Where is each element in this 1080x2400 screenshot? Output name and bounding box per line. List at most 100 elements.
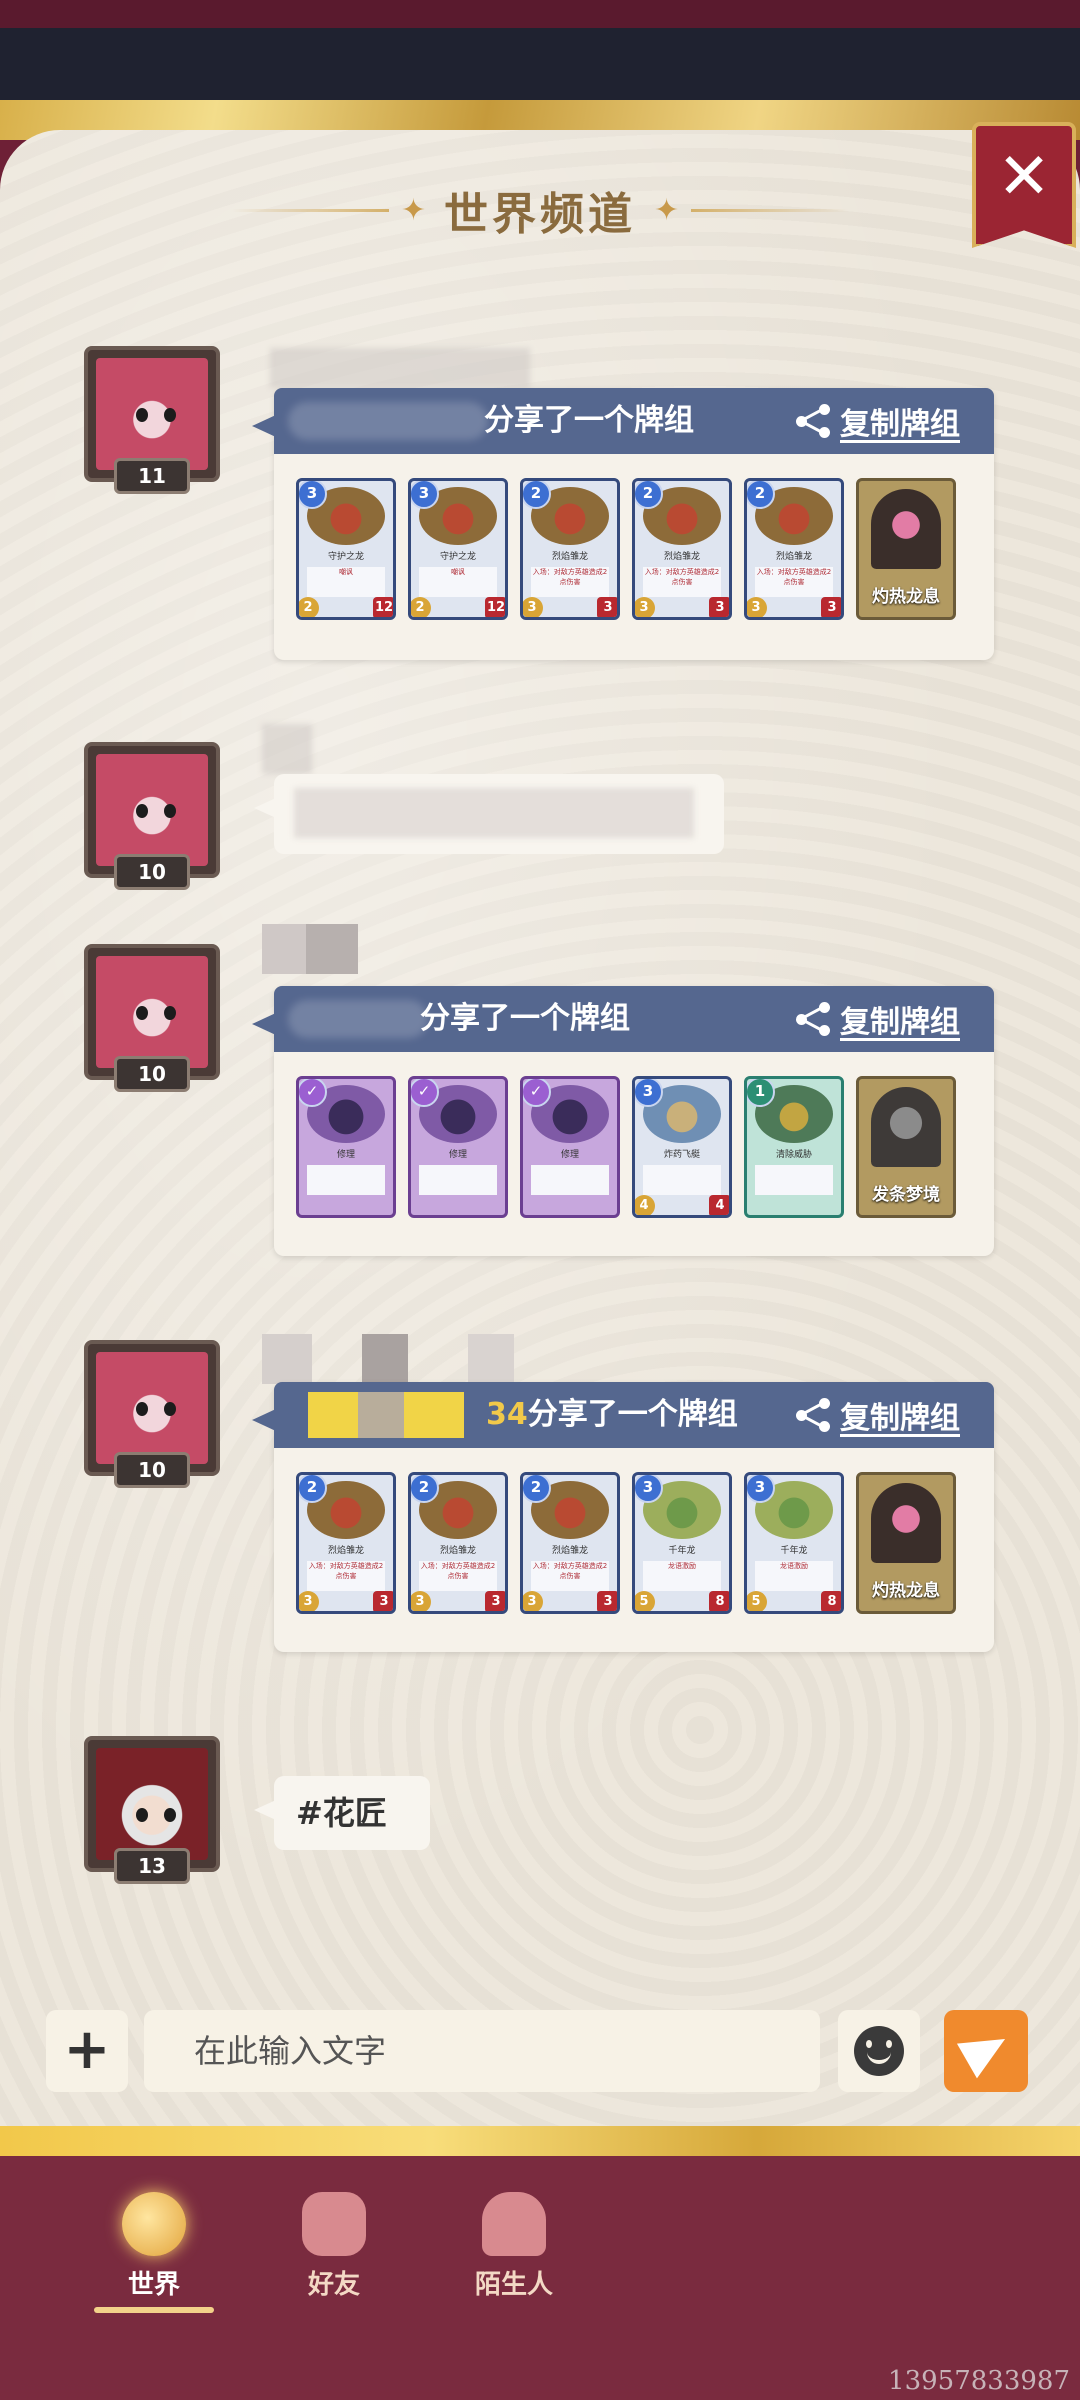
send-button[interactable]	[944, 2010, 1028, 2092]
card-attack: 3	[299, 1591, 319, 1611]
card-name: 修理	[560, 1150, 579, 1160]
card-thumbnail[interactable]: 2 烈焰雏龙 入场：对敌方英雄造成2点伤害 3 3	[744, 478, 844, 620]
watermark: 13957833987	[888, 2366, 1070, 2396]
hero-card[interactable]: 灼热龙息	[856, 1472, 956, 1614]
blurred-message-text	[294, 788, 694, 838]
blurred-sender-pixel	[358, 1392, 404, 1438]
blurred-username	[262, 724, 312, 774]
bottom-gold-trim	[0, 2126, 1080, 2160]
card-text: 入场：对敌方英雄造成2点伤害	[755, 567, 833, 597]
card-health: 4	[709, 1195, 729, 1215]
bottom-tab-bar: 世界 好友 陌生人	[0, 2156, 1080, 2400]
chat-bubble[interactable]	[254, 774, 724, 854]
shared-deck-card: 分享了一个牌组 复制牌组 3 守护之龙 嘲讽 2 12 3 守护之龙 嘲讽 2 12 2 烈焰雏龙…	[252, 388, 994, 660]
card-attack: 5	[635, 1591, 655, 1611]
level-badge: 10	[114, 1056, 190, 1092]
card-attack: 4	[635, 1195, 655, 1215]
top-frame	[0, 0, 1080, 140]
level-badge: 10	[114, 1452, 190, 1488]
card-thumbnail[interactable]: ✓ 修理	[408, 1076, 508, 1218]
avatar[interactable]: 13	[84, 1736, 220, 1884]
avatar[interactable]: 10	[84, 1340, 220, 1488]
avatar[interactable]: 11	[84, 346, 220, 494]
card-thumbnail[interactable]: 3 守护之龙 嘲讽 2 12	[408, 478, 508, 620]
card-text	[643, 1165, 721, 1195]
card-cost: ✓	[299, 1079, 327, 1107]
close-button[interactable]: ✕	[972, 122, 1076, 248]
tab-strangers[interactable]: 陌生人	[454, 2192, 574, 2301]
deck-header: 34分享了一个牌组 复制牌组	[252, 1382, 994, 1448]
card-name: 修理	[336, 1150, 355, 1160]
card-cost: 3	[299, 481, 327, 509]
card-text: 嘲讽	[307, 567, 385, 597]
card-health: 3	[485, 1591, 505, 1611]
card-thumbnail[interactable]: 2 烈焰雏龙 入场：对敌方英雄造成2点伤害 3 3	[296, 1472, 396, 1614]
card-health: 3	[709, 597, 729, 617]
card-thumbnail[interactable]: 2 烈焰雏龙 入场：对敌方英雄造成2点伤害 3 3	[520, 478, 620, 620]
card-text	[307, 1165, 385, 1195]
card-thumbnail[interactable]: 1 清除威胁	[744, 1076, 844, 1218]
card-name: 烈焰雏龙	[439, 1546, 476, 1556]
card-text: 入场：对敌方英雄造成2点伤害	[419, 1561, 497, 1591]
avatar[interactable]: 10	[84, 944, 220, 1092]
title-ornament-right	[691, 208, 848, 212]
emoji-button[interactable]	[838, 2010, 920, 2092]
card-text: 入场：对敌方英雄造成2点伤害	[531, 567, 609, 597]
copy-deck-button[interactable]: 复制牌组	[796, 388, 960, 454]
card-thumbnail[interactable]: 3 守护之龙 嘲讽 2 12	[296, 478, 396, 620]
avatar-image	[96, 358, 208, 470]
card-list: ✓ 修理 ✓ 修理 ✓ 修理 3 炸药飞艇 4 4 1 清除威胁 发条梦境	[296, 1076, 956, 1218]
card-thumbnail[interactable]: 2 烈焰雏龙 入场：对敌方英雄造成2点伤害 3 3	[520, 1472, 620, 1614]
card-thumbnail[interactable]: 3 千年龙 龙语激励 5 8	[744, 1472, 844, 1614]
plus-button[interactable]: +	[46, 2010, 128, 2092]
card-cost: 3	[635, 1079, 663, 1107]
avatar-image	[96, 1352, 208, 1464]
copy-deck-button[interactable]: 复制牌组	[796, 1382, 960, 1448]
card-text	[531, 1165, 609, 1195]
shared-deck-card: 分享了一个牌组 复制牌组 ✓ 修理 ✓ 修理 ✓ 修理 3 炸药飞艇 4 4 1 清除威胁 发…	[252, 986, 994, 1256]
card-name: 千年龙	[780, 1546, 808, 1556]
blurred-username-pixel	[468, 1334, 514, 1384]
card-name: 烈焰雏龙	[327, 1546, 364, 1556]
hero-name: 发条梦境	[872, 1185, 940, 1205]
card-thumbnail[interactable]: 3 千年龙 龙语激励 5 8	[632, 1472, 732, 1614]
card-thumbnail[interactable]: 2 烈焰雏龙 入场：对敌方英雄造成2点伤害 3 3	[408, 1472, 508, 1614]
globe-icon	[122, 2192, 186, 2256]
card-name: 守护之龙	[327, 552, 364, 562]
card-thumbnail[interactable]: 3 炸药飞艇 4 4	[632, 1076, 732, 1218]
message-input[interactable]	[144, 2010, 820, 2092]
level-badge: 11	[114, 458, 190, 494]
chat-bubble[interactable]: #花匠	[254, 1776, 430, 1850]
card-attack: 5	[747, 1591, 767, 1611]
hero-card[interactable]: 灼热龙息	[856, 478, 956, 620]
tab-world[interactable]: 世界	[94, 2192, 214, 2313]
card-attack: 3	[523, 597, 543, 617]
hero-portrait	[871, 489, 941, 569]
card-cost: 2	[299, 1475, 327, 1503]
active-tab-indicator	[94, 2307, 214, 2313]
shared-deck-text: 34分享了一个牌组	[486, 1382, 738, 1448]
card-cost: 2	[523, 1475, 551, 1503]
tab-friends[interactable]: 好友	[274, 2192, 394, 2301]
avatar-image	[96, 1748, 208, 1860]
deck-header: 分享了一个牌组 复制牌组	[252, 388, 994, 454]
title-ornament-left	[232, 208, 389, 212]
card-name: 烈焰雏龙	[551, 1546, 588, 1556]
card-thumbnail[interactable]: 2 烈焰雏龙 入场：对敌方英雄造成2点伤害 3 3	[632, 478, 732, 620]
blurred-sender-name	[288, 402, 488, 440]
page-title: 世界频道	[444, 189, 636, 240]
avatar[interactable]: 10	[84, 742, 220, 890]
copy-deck-button[interactable]: 复制牌组	[796, 986, 960, 1052]
avatar-image	[96, 956, 208, 1068]
card-health: 8	[821, 1591, 841, 1611]
card-thumbnail[interactable]: ✓ 修理	[296, 1076, 396, 1218]
copy-deck-label: 复制牌组	[840, 1401, 960, 1436]
card-attack: 2	[411, 597, 431, 617]
share-icon	[796, 1002, 830, 1036]
card-name: 烈焰雏龙	[551, 552, 588, 562]
blurred-username-pixel	[362, 1334, 408, 1384]
card-cost: 2	[523, 481, 551, 509]
hero-card[interactable]: 发条梦境	[856, 1076, 956, 1218]
card-thumbnail[interactable]: ✓ 修理	[520, 1076, 620, 1218]
card-list: 3 守护之龙 嘲讽 2 12 3 守护之龙 嘲讽 2 12 2 烈焰雏龙 入场：对敌方英雄造成2点伤…	[296, 478, 956, 620]
